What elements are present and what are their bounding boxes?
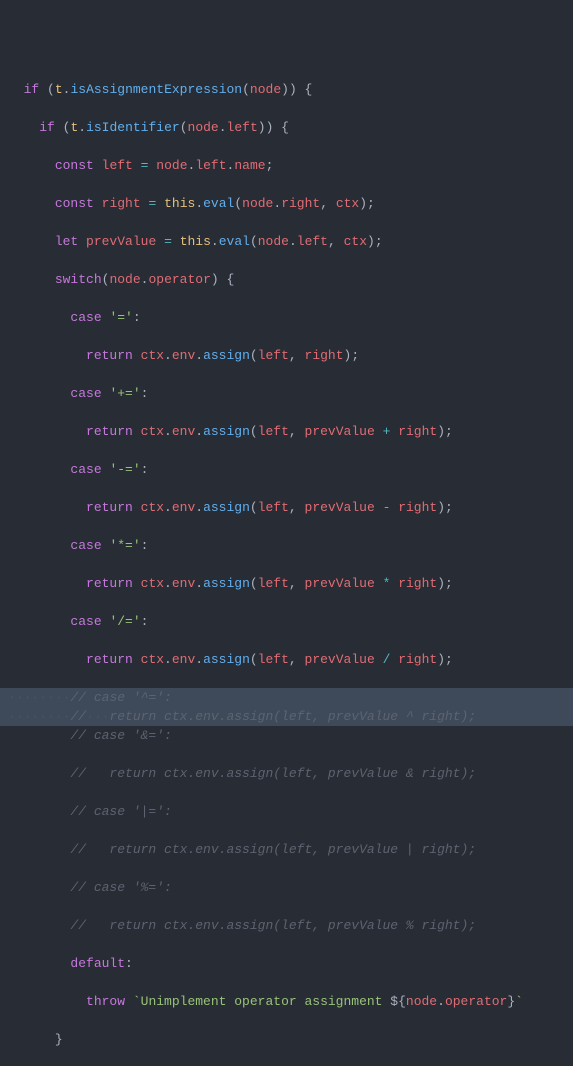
comment-case-caret: // case '^=': [70,690,171,705]
id-ctx: ctx [336,196,359,211]
kw-default: default [70,956,125,971]
code-line[interactable]: case '=': [0,308,573,327]
comment-return-pct: // return ctx.env.assign(left, prevValue… [70,918,476,933]
code-line[interactable]: return ctx.env.assign(left, prevValue / … [0,650,573,669]
comment-case-amp: // case '&=': [70,728,171,743]
str-meq: '-=' [109,462,140,477]
tmpl-close: ` [515,994,523,1009]
code-line[interactable]: // return ctx.env.assign(left, prevValue… [0,764,573,783]
kw-case: case [70,310,101,325]
code-line[interactable]: return ctx.env.assign(left, prevValue * … [0,574,573,593]
kw-return: return [86,348,133,363]
code-line[interactable]: case '/=': [0,612,573,631]
code-line[interactable]: case '+=': [0,384,573,403]
id-env: env [172,348,195,363]
kw-if: if [24,82,40,97]
fn-isIdentifier: isIdentifier [86,120,180,135]
str-teq: '*=' [109,538,140,553]
kw-const: const [55,158,94,173]
kw-throw: throw [86,994,125,1009]
code-line[interactable]: return ctx.env.assign(left, prevValue + … [0,422,573,441]
comment-case-pipe: // case '|=': [70,804,171,819]
comment-return-pipe: // return ctx.env.assign(left, prevValue… [70,842,476,857]
id-name: name [234,158,265,173]
code-line[interactable]: case '-=': [0,460,573,479]
code-line[interactable]: default: [0,954,573,973]
code-line[interactable]: // case '&=': [0,726,573,745]
code-line[interactable]: case '*=': [0,536,573,555]
obj-t: t [55,82,63,97]
id-operator: operator [148,272,210,287]
code-line[interactable]: // case '%=': [0,878,573,897]
code-line[interactable]: let prevValue = this.eval(node.left, ctx… [0,232,573,251]
str-peq: '+=' [109,386,140,401]
str-deq: '/=' [109,614,140,629]
kw-this: this [164,196,195,211]
code-line[interactable]: const left = node.left.name; [0,156,573,175]
kw-let: let [55,234,78,249]
code-line[interactable]: const right = this.eval(node.right, ctx)… [0,194,573,213]
id-node: node [250,82,281,97]
kw-switch: switch [55,272,102,287]
code-line[interactable]: return ctx.env.assign(left, prevValue - … [0,498,573,517]
code-line[interactable]: if (t.isIdentifier(node.left)) { [0,118,573,137]
code-line[interactable]: if (t.isAssignmentExpression(node)) { [0,80,573,99]
tmpl-open: `Unimplement operator assignment [133,994,390,1009]
comment-return-caret: return ctx.env.assign(left, prevValue ^ … [109,709,476,724]
code-line-selected[interactable]: ········//···return ctx.env.assign(left,… [0,707,573,726]
id-prevValue: prevValue [86,234,156,249]
id-right: right [102,196,141,211]
id-left: left [102,158,133,173]
fn-assign: assign [203,348,250,363]
code-line[interactable]: throw `Unimplement operator assignment $… [0,992,573,1011]
code-line[interactable]: switch(node.operator) { [0,270,573,289]
comment-case-pct: // case '%=': [70,880,171,895]
fn-isAssignmentExpression: isAssignmentExpression [70,82,242,97]
str-eq: '=' [109,310,132,325]
fn-eval: eval [203,196,234,211]
code-line[interactable]: // case '|=': [0,802,573,821]
code-line-selected[interactable]: ········// case '^=': [0,688,573,707]
code-line[interactable]: } [0,1030,573,1049]
code-line[interactable]: // return ctx.env.assign(left, prevValue… [0,916,573,935]
code-line[interactable]: // return ctx.env.assign(left, prevValue… [0,840,573,859]
comment-return-amp: // return ctx.env.assign(left, prevValue… [70,766,476,781]
code-line[interactable]: return ctx.env.assign(left, right); [0,346,573,365]
